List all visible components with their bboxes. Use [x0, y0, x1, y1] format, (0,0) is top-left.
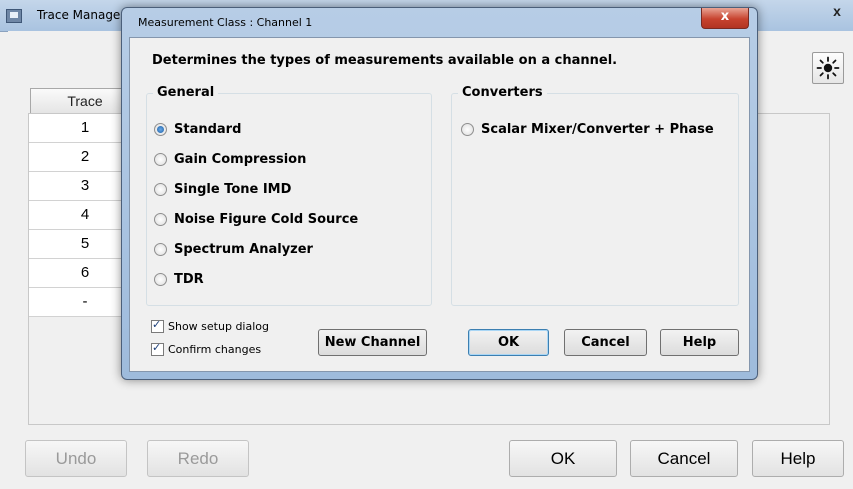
general-group: General Standard Gain Compression Single… [146, 85, 432, 306]
radio-label: Spectrum Analyzer [174, 241, 313, 257]
dialog-description: Determines the types of measurements ava… [152, 53, 618, 68]
trace-manager-help-button[interactable]: Help [752, 440, 844, 477]
radio-label: TDR [174, 271, 204, 287]
radio-label: Scalar Mixer/Converter + Phase [481, 121, 714, 137]
dialog-body: Determines the types of measurements ava… [129, 37, 750, 372]
radio-single-tone-imd[interactable]: Single Tone IMD [154, 180, 291, 198]
converters-group-legend: Converters [458, 85, 547, 100]
new-channel-button[interactable]: New Channel [318, 329, 427, 356]
dialog-title: Measurement Class : Channel 1 [138, 16, 313, 29]
radio-standard[interactable]: Standard [154, 120, 241, 138]
measurement-class-dialog: Measurement Class : Channel 1 x Determin… [121, 7, 758, 380]
radio-scalar-mixer-converter-phase[interactable]: Scalar Mixer/Converter + Phase [461, 120, 714, 138]
confirm-changes-checkbox[interactable]: Confirm changes [151, 341, 262, 356]
trace-manager-title: Trace Manager [37, 8, 126, 22]
general-group-legend: General [153, 85, 219, 100]
radio-button-icon[interactable] [154, 242, 167, 256]
radio-label: Noise Figure Cold Source [174, 211, 359, 227]
radio-button-icon[interactable] [154, 152, 167, 166]
radio-tdr[interactable]: TDR [154, 270, 204, 288]
dialog-close-button[interactable]: x [701, 8, 749, 29]
undo-button[interactable]: Undo [25, 440, 127, 477]
display-settings-button[interactable] [812, 52, 844, 84]
checkbox-label: Confirm changes [168, 342, 262, 356]
radio-button-icon[interactable] [461, 122, 474, 136]
dialog-help-button[interactable]: Help [660, 329, 739, 356]
checkbox-label: Show setup dialog [168, 319, 269, 333]
radio-button-icon[interactable] [154, 182, 167, 196]
trace-manager-cancel-button[interactable]: Cancel [630, 440, 738, 477]
radio-gain-compression[interactable]: Gain Compression [154, 150, 306, 168]
redo-button[interactable]: Redo [147, 440, 249, 477]
converters-group: Converters Scalar Mixer/Converter + Phas… [451, 85, 739, 306]
radio-label: Single Tone IMD [174, 181, 292, 197]
sun-icon [816, 56, 840, 80]
radio-button-icon[interactable] [154, 122, 167, 136]
dialog-cancel-button[interactable]: Cancel [564, 329, 647, 356]
radio-button-icon[interactable] [154, 212, 167, 226]
checkbox-icon[interactable] [151, 318, 164, 333]
radio-label: Standard [174, 121, 242, 137]
show-setup-dialog-checkbox[interactable]: Show setup dialog [151, 318, 269, 333]
radio-button-icon[interactable] [154, 272, 167, 286]
radio-noise-figure-cold-source[interactable]: Noise Figure Cold Source [154, 210, 358, 228]
trace-manager-close-button[interactable]: x [821, 0, 853, 22]
dialog-ok-button[interactable]: OK [468, 329, 549, 356]
checkbox-icon[interactable] [151, 341, 164, 356]
trace-manager-ok-button[interactable]: OK [509, 440, 617, 477]
radio-spectrum-analyzer[interactable]: Spectrum Analyzer [154, 240, 313, 258]
app-window-icon [6, 9, 22, 23]
radio-label: Gain Compression [174, 151, 307, 167]
